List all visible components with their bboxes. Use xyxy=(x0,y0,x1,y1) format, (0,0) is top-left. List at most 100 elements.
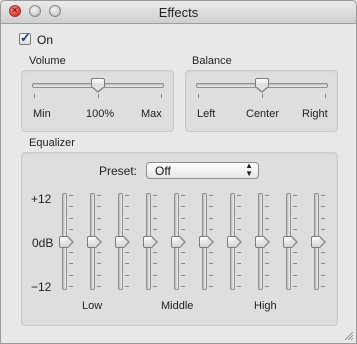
eq-band-3-thumb[interactable] xyxy=(115,235,130,248)
eq-band-4-tick xyxy=(153,251,157,253)
volume-slider-thumb[interactable] xyxy=(90,78,105,93)
eq-band-3-tick xyxy=(125,229,129,231)
eq-band-10-tick xyxy=(321,274,325,276)
eq-band-5-tick xyxy=(181,195,185,196)
eq-band-6-tick xyxy=(209,274,213,276)
eq-band-6-tick xyxy=(209,195,213,196)
eq-band-6-thumb[interactable] xyxy=(199,235,214,248)
balance-tick-center xyxy=(262,94,263,98)
eq-band-5-tick xyxy=(181,286,185,287)
eq-band-5-thumb[interactable] xyxy=(171,235,186,248)
eq-band-2-tick xyxy=(97,263,101,265)
eq-band-4-tick xyxy=(153,217,157,219)
effects-panel: ✓ On Volume Min 100% Max Balance Left Ce… xyxy=(1,24,356,343)
eq-band-8-tick xyxy=(265,195,269,196)
band-label-high: High xyxy=(254,300,277,312)
eq-band-8-thumb[interactable] xyxy=(255,235,270,248)
on-label[interactable]: On xyxy=(37,33,53,47)
preset-label: Preset: xyxy=(99,164,138,178)
eq-band-7-tick xyxy=(237,263,241,265)
preset-value: Off xyxy=(155,164,171,178)
eq-band-2-tick xyxy=(97,286,101,287)
eq-band-3-tick xyxy=(125,195,129,196)
db-label-bottom: −12 xyxy=(31,280,52,294)
eq-band-9-tick xyxy=(293,195,297,196)
title-bar[interactable]: × Effects xyxy=(1,1,356,24)
eq-band-4-tick xyxy=(153,263,157,265)
eq-band-8-tick xyxy=(265,229,269,231)
eq-band-2-tick xyxy=(97,274,101,276)
eq-band-9-tick xyxy=(293,274,297,276)
eq-band-6-tick xyxy=(209,206,213,208)
eq-band-10-tick xyxy=(321,217,325,219)
eq-band-1-thumb[interactable] xyxy=(59,235,74,248)
volume-box: Min 100% Max xyxy=(21,70,174,132)
eq-band-7-tick xyxy=(237,206,241,208)
eq-band-9-tick xyxy=(293,251,297,253)
eq-band-5-tick xyxy=(181,206,185,208)
eq-band-8-tick xyxy=(265,251,269,253)
eq-band-3-tick xyxy=(125,263,129,265)
eq-band-2-tick xyxy=(97,195,101,196)
eq-band-8-tick xyxy=(265,263,269,265)
on-checkbox[interactable]: ✓ xyxy=(19,30,31,45)
volume-title: Volume xyxy=(29,55,66,67)
eq-band-10-tick xyxy=(321,286,325,287)
eq-band-7-tick xyxy=(237,217,241,219)
balance-right-label: Right xyxy=(302,108,328,120)
band-label-middle: Middle xyxy=(161,300,194,312)
eq-band-9-tick xyxy=(293,229,297,231)
eq-band-7-tick xyxy=(237,229,241,231)
volume-min-label: Min xyxy=(33,108,51,120)
equalizer-title: Equalizer xyxy=(29,137,75,149)
volume-max-label: Max xyxy=(141,108,162,120)
eq-band-1-tick xyxy=(69,263,73,265)
eq-band-5-tick xyxy=(181,251,185,253)
eq-band-6-tick xyxy=(209,217,213,219)
db-label-top: +12 xyxy=(31,192,52,206)
eq-band-7-thumb[interactable] xyxy=(227,235,242,248)
eq-band-4-thumb[interactable] xyxy=(143,235,158,248)
volume-tick-min xyxy=(34,94,35,98)
balance-left-label: Left xyxy=(197,108,216,120)
eq-band-4-tick xyxy=(153,286,157,287)
eq-band-7-tick xyxy=(237,251,241,253)
eq-band-8-tick xyxy=(265,286,269,287)
volume-tick-mid xyxy=(98,94,99,98)
eq-band-3-tick xyxy=(125,206,129,208)
eq-band-9-tick xyxy=(293,206,297,208)
eq-band-5-tick xyxy=(181,217,185,219)
volume-tick-max xyxy=(161,94,162,98)
eq-band-10-tick xyxy=(321,195,325,196)
eq-band-7-tick xyxy=(237,195,241,196)
eq-band-3-tick xyxy=(125,274,129,276)
eq-band-9-tick xyxy=(293,217,297,219)
eq-band-1-tick xyxy=(69,229,73,231)
eq-band-7-tick xyxy=(237,286,241,287)
resize-grip-icon[interactable] xyxy=(343,330,353,340)
eq-band-5-tick xyxy=(181,274,185,276)
window-title: Effects xyxy=(158,5,199,20)
volume-mid-label: 100% xyxy=(86,108,115,120)
balance-slider-thumb[interactable] xyxy=(254,78,269,93)
eq-band-3-tick xyxy=(125,286,129,287)
eq-band-10-thumb[interactable] xyxy=(311,235,326,248)
eq-band-8-tick xyxy=(265,217,269,219)
eq-band-2-tick xyxy=(97,251,101,253)
eq-band-4-tick xyxy=(153,195,157,196)
eq-band-9-thumb[interactable] xyxy=(283,235,298,248)
balance-title: Balance xyxy=(192,55,232,67)
effects-window: × Effects ✓ On Volume Min 100% Max Balan… xyxy=(0,0,357,344)
eq-band-8-tick xyxy=(265,206,269,208)
eq-band-2-tick xyxy=(97,217,101,219)
eq-band-6-tick xyxy=(209,263,213,265)
eq-band-10-tick xyxy=(321,251,325,253)
eq-band-9-tick xyxy=(293,263,297,265)
eq-band-2-thumb[interactable] xyxy=(87,235,102,248)
preset-popup[interactable]: Off ▲ ▼ xyxy=(146,162,259,179)
eq-band-6-tick xyxy=(209,286,213,287)
balance-center-label: Center xyxy=(246,108,280,120)
eq-band-2-tick xyxy=(97,206,101,208)
eq-band-6-tick xyxy=(209,251,213,253)
balance-tick-left xyxy=(198,94,199,98)
